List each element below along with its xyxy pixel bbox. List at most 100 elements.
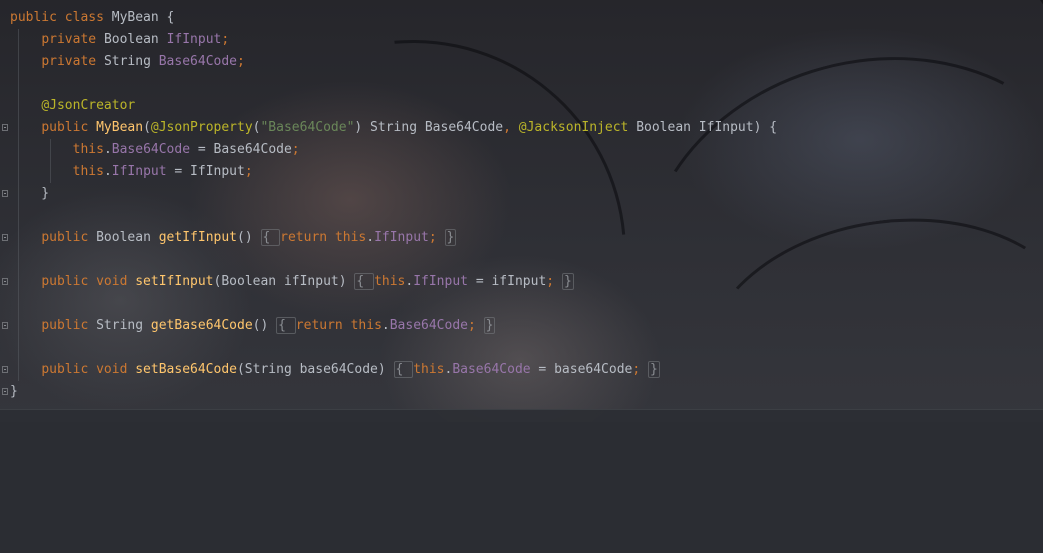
code-line: public MyBean(@JsonProperty("Base64Code"…	[10, 117, 1030, 139]
indent-guide	[18, 359, 19, 381]
code-token: Boolean	[96, 230, 159, 245]
code-token: {	[354, 273, 375, 290]
code-token: Boolean IfInput) {	[636, 120, 778, 135]
indent-guide	[18, 293, 19, 315]
code-token: }	[10, 384, 18, 399]
indent-guide	[18, 95, 19, 117]
fold-toggle-icon[interactable]	[2, 322, 8, 329]
indent-guide	[18, 183, 19, 205]
fold-toggle-icon[interactable]	[2, 366, 8, 373]
code-token: IfInput	[166, 32, 222, 47]
code-token: MyBean	[96, 120, 144, 135]
code-token: ;	[291, 142, 300, 157]
code-line	[10, 293, 1030, 315]
code-token: ()	[237, 230, 261, 245]
code-token: public void	[41, 362, 136, 377]
code-token: "Base64Code"	[260, 120, 355, 135]
fold-toggle-icon[interactable]	[2, 278, 8, 285]
code-token: String	[96, 318, 151, 333]
code-token: IfInput	[374, 230, 429, 245]
code-token: (Boolean ifInput)	[213, 274, 355, 289]
code-token: setBase64Code	[135, 362, 237, 377]
code-line: }	[10, 381, 1030, 403]
code-token: this	[413, 362, 445, 377]
horizontal-scrollbar[interactable]	[0, 409, 1043, 422]
code-token: public	[41, 230, 97, 245]
code-token: ) String Base64Code	[354, 120, 504, 135]
code-token: Base64Code	[389, 318, 468, 333]
code-token: }	[648, 361, 660, 378]
code-line	[10, 205, 1030, 227]
code-token: .	[103, 142, 112, 157]
code-token: ,	[503, 120, 519, 135]
code-token: = IfInput	[166, 164, 245, 179]
code-token: getBase64Code	[150, 318, 253, 333]
code-token: = Base64Code	[190, 142, 292, 157]
code-editor[interactable]: public class MyBean { private Boolean If…	[10, 7, 1030, 403]
code-token: }	[444, 229, 457, 246]
code-token: @JacksonInject	[518, 120, 637, 135]
code-line: @JsonCreator	[10, 95, 1030, 117]
code-token: this	[374, 274, 406, 289]
fold-toggle-icon[interactable]	[2, 124, 8, 131]
code-token: ;	[632, 362, 649, 377]
code-token: ;	[468, 318, 484, 333]
code-token: Base64Code	[452, 362, 531, 377]
code-token: = ifInput	[468, 274, 547, 289]
code-token: this	[72, 142, 104, 157]
code-line: private String Base64Code;	[10, 51, 1030, 73]
code-token: IfInput	[413, 274, 468, 289]
code-token: ;	[546, 274, 562, 289]
indent-guide	[18, 139, 19, 161]
code-line: this.IfInput = IfInput;	[10, 161, 1030, 183]
code-line: private Boolean IfInput;	[10, 29, 1030, 51]
code-token: .	[103, 164, 112, 179]
code-token: .	[366, 230, 375, 245]
code-line: this.Base64Code = Base64Code;	[10, 139, 1030, 161]
code-line: public class MyBean {	[10, 7, 1030, 29]
code-line: public void setIfInput(Boolean ifInput) …	[10, 271, 1030, 293]
indent-guide	[18, 117, 19, 139]
code-token: private	[41, 54, 104, 69]
code-token: getIfInput	[158, 230, 238, 245]
code-token: ()	[252, 318, 277, 333]
code-line	[10, 73, 1030, 95]
code-line: }	[10, 183, 1030, 205]
code-token: MyBean {	[111, 10, 175, 25]
fold-toggle-icon[interactable]	[2, 234, 8, 241]
code-token: public	[41, 318, 97, 333]
code-token: Base64Code	[111, 142, 191, 157]
code-line	[10, 337, 1030, 359]
code-token: ;	[221, 32, 230, 47]
fold-toggle-icon[interactable]	[2, 190, 8, 197]
indent-guide	[18, 271, 19, 293]
indent-guide	[18, 227, 19, 249]
code-token: this	[72, 164, 104, 179]
code-token: ;	[428, 230, 445, 245]
code-token: public	[41, 120, 97, 135]
indent-guide	[18, 161, 19, 183]
editor-gutter	[0, 0, 10, 410]
code-token: @JsonCreator	[41, 98, 136, 113]
code-token: }	[483, 317, 496, 334]
code-token: IfInput	[111, 164, 167, 179]
code-token: return this	[295, 318, 382, 333]
code-token: ;	[244, 164, 253, 179]
code-token: }	[561, 273, 574, 290]
code-line: public String getBase64Code() { return t…	[10, 315, 1030, 337]
indent-guide	[18, 205, 19, 227]
code-token: setIfInput	[135, 274, 214, 289]
code-token: @JsonProperty	[150, 120, 253, 135]
code-token: (	[143, 120, 151, 135]
code-token: public void	[41, 274, 136, 289]
fold-toggle-icon[interactable]	[2, 388, 8, 395]
indent-guide	[50, 161, 51, 183]
code-token: {	[393, 361, 414, 378]
code-line: public void setBase64Code(String base64C…	[10, 359, 1030, 381]
